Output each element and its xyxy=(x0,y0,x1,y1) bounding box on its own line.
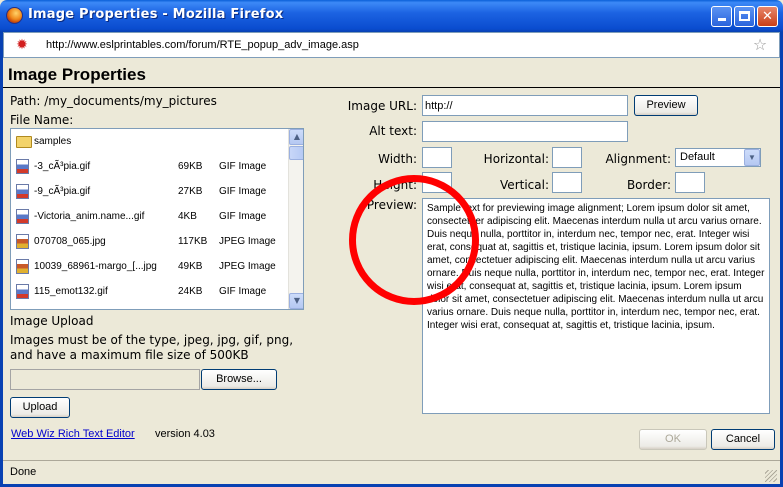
file-type: GIF Image xyxy=(219,161,267,172)
window-title: Image Properties - Mozilla Firefox xyxy=(28,7,284,22)
file-name: 115_emot132.gif xyxy=(34,286,108,297)
page-title: Image Properties xyxy=(8,65,146,84)
cancel-button[interactable]: Cancel xyxy=(711,429,775,450)
web-wiz-link[interactable]: Web Wiz Rich Text Editor xyxy=(11,428,135,440)
gif-file-icon xyxy=(16,284,29,299)
scroll-down-icon[interactable]: ▼ xyxy=(289,293,303,309)
horizontal-input[interactable] xyxy=(552,147,582,168)
browse-button[interactable]: Browse... xyxy=(201,369,277,390)
file-name: 070708_065.jpg xyxy=(34,236,106,247)
gif-file-icon xyxy=(16,209,29,224)
file-list-item[interactable]: -Victoria_anim.name...gif 4KB GIF Image xyxy=(11,205,287,230)
dialog-content: Image Properties Path: /my_documents/my_… xyxy=(3,58,780,460)
width-label: Width: xyxy=(378,152,417,166)
border-label: Border: xyxy=(626,178,671,192)
red-annotation-circle xyxy=(349,175,479,305)
image-url-label: Image URL: xyxy=(347,99,417,113)
file-type: JPEG Image xyxy=(219,236,276,247)
firefox-icon xyxy=(6,7,23,24)
file-list-item[interactable]: 070708_065.jpg 117KB JPEG Image xyxy=(11,230,287,255)
file-type: JPEG Image xyxy=(219,261,276,272)
file-list-scrollbar[interactable]: ▲ ▼ xyxy=(288,129,303,309)
scroll-thumb[interactable] xyxy=(289,146,303,160)
address-bar[interactable]: ✹ http://www.eslprintables.com/forum/RTE… xyxy=(3,32,780,58)
maximize-button[interactable] xyxy=(734,6,755,27)
minimize-button[interactable] xyxy=(711,6,732,27)
ok-button[interactable]: OK xyxy=(639,429,707,450)
file-size: 24KB xyxy=(178,286,203,297)
vertical-input[interactable] xyxy=(552,172,582,193)
file-size: 27KB xyxy=(178,186,203,197)
chevron-down-icon[interactable]: ▼ xyxy=(744,149,760,166)
image-url-input[interactable] xyxy=(422,95,628,116)
close-button[interactable]: ✕ xyxy=(757,6,778,27)
vertical-label: Vertical: xyxy=(500,178,549,192)
status-bar: Done xyxy=(3,460,780,484)
alignment-select[interactable]: Default ▼ xyxy=(675,148,761,167)
path-label: Path: /my_documents/my_pictures xyxy=(10,94,217,108)
file-size: 49KB xyxy=(178,261,203,272)
upload-file-field[interactable] xyxy=(10,369,200,390)
border-input[interactable] xyxy=(675,172,705,193)
file-name: -9_cÃ³pia.gif xyxy=(34,186,91,197)
alt-text-input[interactable] xyxy=(422,121,628,142)
preview-button[interactable]: Preview xyxy=(634,95,698,116)
maximize-icon xyxy=(739,11,750,21)
address-url[interactable]: http://www.eslprintables.com/forum/RTE_p… xyxy=(46,39,359,51)
file-list-item[interactable]: 10039_68961-margo_[...jpg 49KB JPEG Imag… xyxy=(11,255,287,280)
file-name: -Victoria_anim.name...gif xyxy=(34,211,145,222)
alignment-label: Alignment: xyxy=(605,152,671,166)
file-name: samples xyxy=(34,136,72,147)
file-list-item[interactable]: -3_cÃ³pia.gif 69KB GIF Image xyxy=(11,155,287,180)
jpeg-file-icon xyxy=(16,259,29,274)
site-favicon-icon: ✹ xyxy=(16,37,28,53)
file-name: 10039_68961-margo_[...jpg xyxy=(34,261,157,272)
resize-grip-icon[interactable] xyxy=(765,470,777,482)
horizontal-label: Horizontal: xyxy=(483,152,549,166)
file-size: 4KB xyxy=(178,211,197,222)
upload-button[interactable]: Upload xyxy=(10,397,70,418)
file-list-item[interactable]: samples xyxy=(11,130,287,155)
folder-icon xyxy=(16,136,32,148)
file-name-label: File Name: xyxy=(10,113,74,127)
gif-file-icon xyxy=(16,159,29,174)
scroll-up-icon[interactable]: ▲ xyxy=(289,129,303,145)
file-list-item[interactable]: -9_cÃ³pia.gif 27KB GIF Image xyxy=(11,180,287,205)
bookmark-star-icon[interactable]: ☆ xyxy=(751,36,769,54)
file-list[interactable]: samples -3_cÃ³pia.gif 69KB GIF Image -9_… xyxy=(10,128,304,310)
alignment-selected-value: Default xyxy=(680,151,715,163)
file-size: 69KB xyxy=(178,161,203,172)
width-input[interactable] xyxy=(422,147,452,168)
title-divider xyxy=(3,87,780,88)
minimize-icon xyxy=(717,18,726,21)
image-upload-note: Images must be of the type, jpeg, jpg, g… xyxy=(10,333,294,362)
close-icon: ✕ xyxy=(762,9,773,24)
file-type: GIF Image xyxy=(219,211,267,222)
status-text: Done xyxy=(10,466,37,478)
file-type: GIF Image xyxy=(219,186,267,197)
image-upload-heading: Image Upload xyxy=(10,314,94,328)
file-list-item[interactable]: 115_emot132.gif 24KB GIF Image xyxy=(11,280,287,305)
gif-file-icon xyxy=(16,184,29,199)
alt-text-label: Alt text: xyxy=(369,124,417,138)
file-size: 117KB xyxy=(178,236,208,247)
file-name: -3_cÃ³pia.gif xyxy=(34,161,91,172)
file-type: GIF Image xyxy=(219,286,267,297)
version-text: version 4.03 xyxy=(155,428,215,440)
window-titlebar[interactable]: Image Properties - Mozilla Firefox ✕ xyxy=(0,0,783,32)
jpeg-file-icon xyxy=(16,234,29,249)
